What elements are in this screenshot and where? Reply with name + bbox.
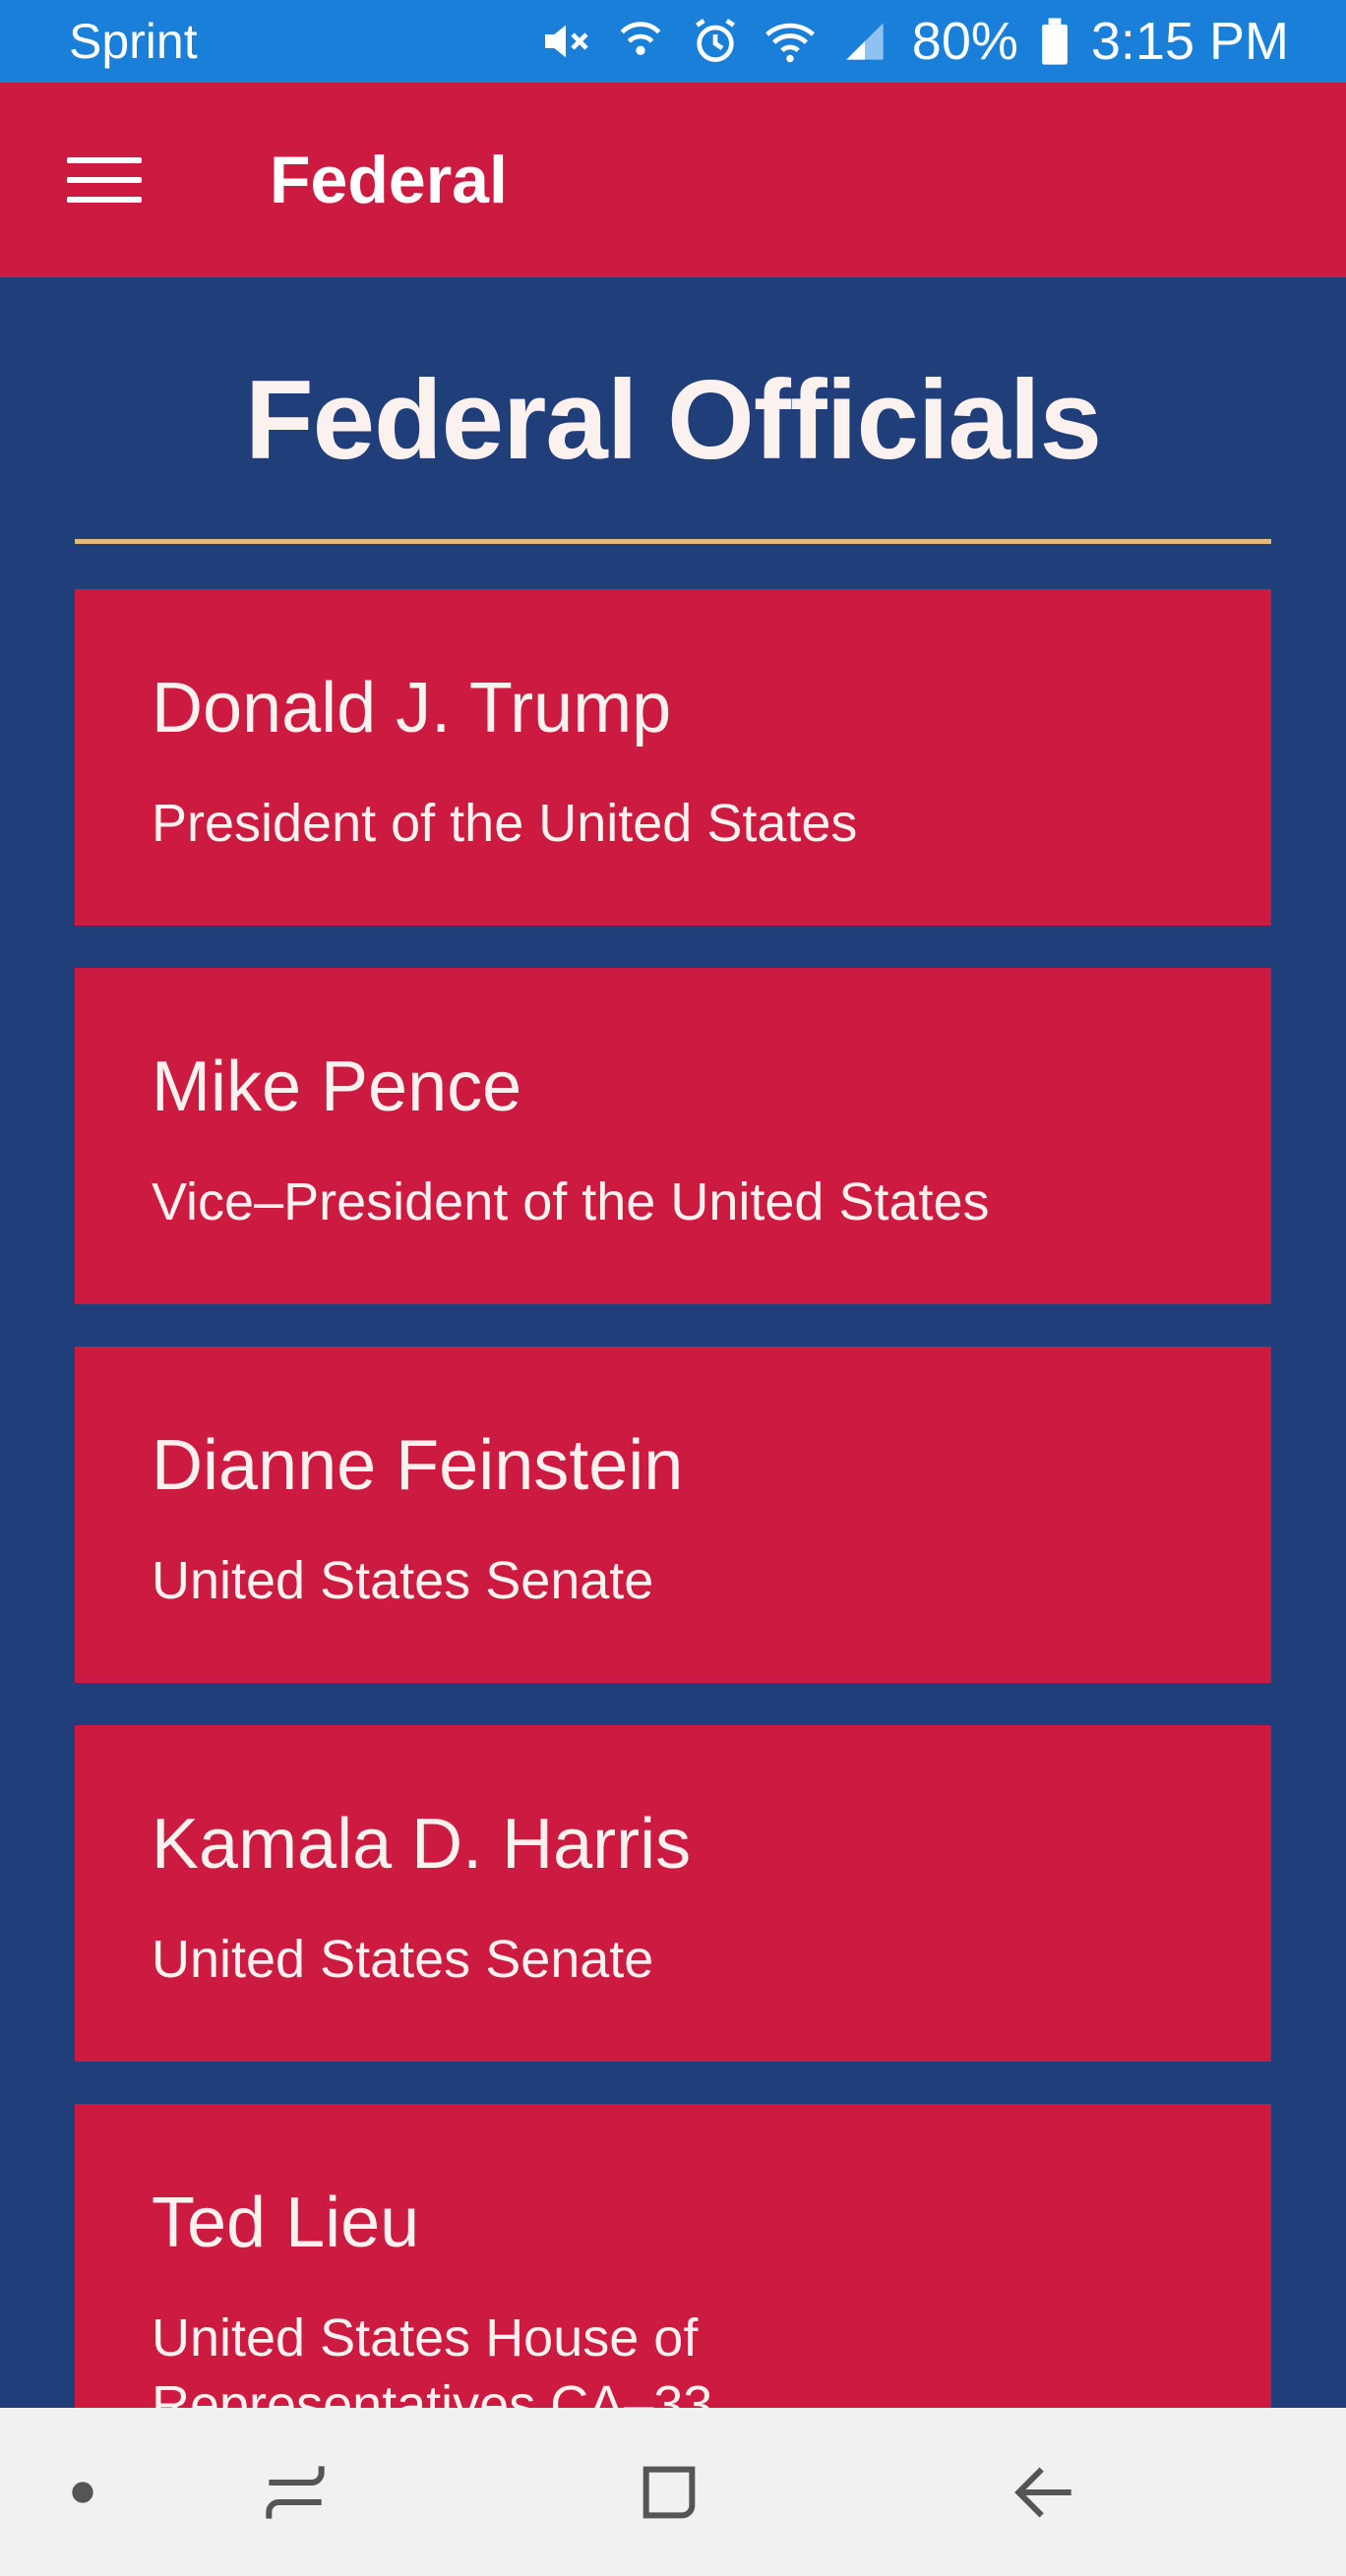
official-office: President of the United States <box>152 794 858 853</box>
app-bar: Federal <box>0 83 1346 277</box>
official-name: Donald J. Trump <box>152 669 672 748</box>
signal-icon <box>837 14 892 69</box>
back-icon[interactable] <box>1006 2453 1084 2532</box>
home-icon[interactable] <box>630 2453 708 2532</box>
official-name: Dianne Feinstein <box>152 1426 684 1505</box>
alarm-icon <box>688 14 743 69</box>
recent-apps-icon[interactable] <box>256 2453 335 2532</box>
title-divider <box>75 539 1271 544</box>
official-office: United States Senate <box>152 1930 654 1989</box>
official-office: United States Senate <box>152 1551 654 1610</box>
wifi-icon <box>763 14 818 69</box>
official-name: Ted Lieu <box>152 2184 420 2262</box>
official-card-pence[interactable]: Mike Pence Vice–President of the United … <box>75 968 1271 1304</box>
app-bar-title: Federal <box>270 143 508 217</box>
page-title: Federal Officials <box>244 358 1102 483</box>
official-card-trump[interactable]: Donald J. Trump President of the United … <box>75 589 1271 926</box>
official-office: United States House of Representatives C… <box>152 2308 713 2408</box>
battery-percent: 80% <box>911 12 1018 71</box>
system-nav-bar <box>0 2408 1346 2576</box>
official-card-lieu[interactable]: Ted Lieu United States House of Represen… <box>75 2104 1271 2408</box>
official-office: Vice–President of the United States <box>152 1172 990 1231</box>
carrier-label: Sprint <box>69 14 198 69</box>
official-name: Mike Pence <box>152 1048 522 1126</box>
battery-icon <box>1038 14 1071 69</box>
status-bar: Sprint 80% 3:15 PM <box>0 0 1346 83</box>
nfc-icon <box>613 14 668 69</box>
official-name: Kamala D. Harris <box>152 1805 692 1884</box>
hamburger-menu-icon[interactable] <box>67 157 142 203</box>
clock: 3:15 PM <box>1090 12 1289 71</box>
mute-icon <box>538 14 593 69</box>
dot-icon[interactable] <box>43 2453 122 2532</box>
official-card-harris[interactable]: Kamala D. Harris United States Senate <box>75 1725 1271 2062</box>
official-card-feinstein[interactable]: Dianne Feinstein United States Senate <box>75 1347 1271 1683</box>
status-indicators: 80% 3:15 PM <box>538 11 1289 72</box>
